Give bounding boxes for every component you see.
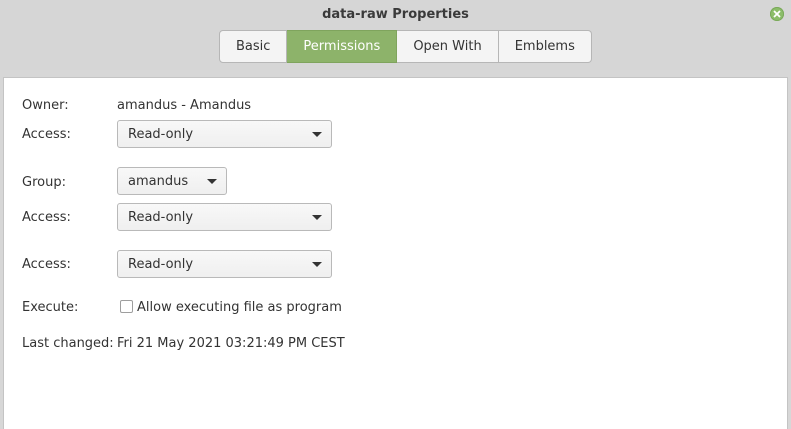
chevron-down-icon [312,215,322,220]
group-label: Group: [22,175,66,190]
chevron-down-icon [207,179,217,184]
execute-checkbox[interactable] [120,300,133,313]
group-access-dropdown[interactable]: Read-only [117,203,332,231]
title-bar: data-raw Properties Basic Permissions Op… [0,0,791,70]
last-changed-value: Fri 21 May 2021 03:21:49 PM CEST [117,336,345,351]
close-icon [773,10,781,18]
chevron-down-icon [312,262,322,267]
tab-bar: Basic Permissions Open With Emblems [219,30,592,63]
others-access-label: Access: [22,257,71,272]
owner-access-dropdown[interactable]: Read-only [117,120,332,148]
owner-access-value: Read-only [128,127,194,142]
chevron-down-icon [312,132,322,137]
window-title: data-raw Properties [322,7,469,22]
last-changed-label: Last changed: [22,336,114,351]
group-value: amandus [128,174,189,189]
close-button[interactable] [770,7,784,21]
owner-access-label: Access: [22,127,71,142]
group-dropdown[interactable]: amandus [117,167,227,195]
tab-basic[interactable]: Basic [219,30,288,63]
owner-label: Owner: [22,98,69,113]
tab-permissions[interactable]: Permissions [287,30,398,63]
tab-emblems[interactable]: Emblems [498,30,592,63]
execute-checkbox-label[interactable]: Allow executing file as program [137,300,342,315]
owner-value: amandus - Amandus [117,98,252,113]
execute-label: Execute: [22,300,79,315]
tab-open-with[interactable]: Open With [397,30,499,63]
group-access-value: Read-only [128,210,194,225]
group-access-label: Access: [22,210,71,225]
others-access-dropdown[interactable]: Read-only [117,250,332,278]
others-access-value: Read-only [128,257,194,272]
